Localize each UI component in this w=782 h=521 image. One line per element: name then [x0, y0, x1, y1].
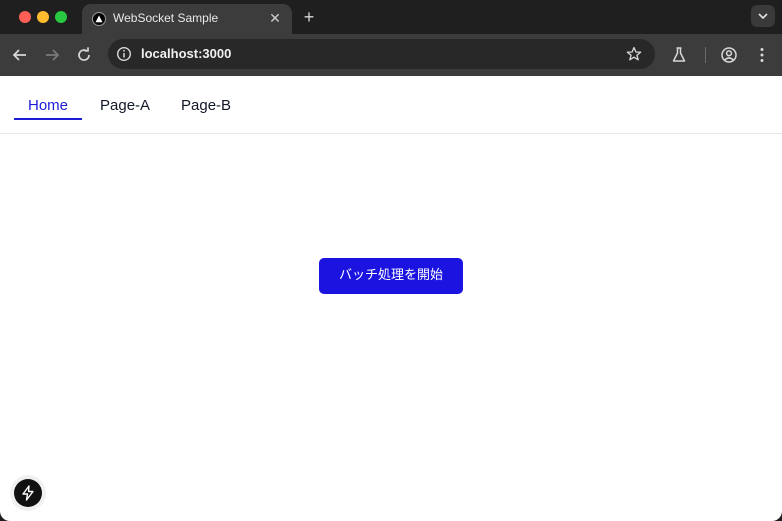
tab-close-icon[interactable]: ✕ [267, 10, 283, 26]
maximize-window-button[interactable] [55, 11, 67, 23]
chevron-down-icon [758, 13, 768, 19]
active-tab-indicator [14, 118, 82, 120]
tab-strip: WebSocket Sample ✕ + [0, 0, 782, 34]
browser-toolbar: localhost:3000 [0, 34, 782, 76]
reload-icon[interactable] [74, 45, 94, 65]
tab-title: WebSocket Sample [113, 11, 219, 25]
kebab-menu-icon[interactable] [752, 45, 772, 65]
start-batch-button[interactable]: バッチ処理を開始 [319, 258, 463, 294]
nav-tab-page-b[interactable]: Page-B [181, 97, 231, 114]
info-icon[interactable] [116, 46, 132, 62]
nextjs-triangle-icon [92, 12, 106, 26]
address-url: localhost:3000 [141, 46, 232, 61]
tab-search-button[interactable] [751, 5, 775, 27]
address-bar[interactable]: localhost:3000 [108, 39, 655, 69]
arrow-right-icon[interactable] [42, 45, 62, 65]
nav-tab-page-a[interactable]: Page-A [100, 97, 150, 114]
nav-tab-home[interactable]: Home [14, 97, 82, 114]
toolbar-separator [705, 47, 706, 63]
site-nav: Home Page-A Page-B [0, 76, 782, 134]
browser-tab[interactable]: WebSocket Sample ✕ [82, 4, 292, 34]
minimize-window-button[interactable] [37, 11, 49, 23]
star-icon[interactable] [626, 46, 642, 62]
close-window-button[interactable] [19, 11, 31, 23]
arrow-left-icon[interactable] [10, 45, 30, 65]
lightning-bolt-icon [22, 485, 34, 501]
nextjs-devtools-button[interactable] [14, 479, 42, 507]
browser-window: WebSocket Sample ✕ + localhost:3000 Home… [0, 0, 782, 521]
flask-icon[interactable] [669, 45, 689, 65]
new-tab-icon[interactable]: + [300, 8, 318, 26]
profile-icon[interactable] [719, 45, 739, 65]
web-page: Home Page-A Page-B バッチ処理を開始 [0, 76, 782, 521]
